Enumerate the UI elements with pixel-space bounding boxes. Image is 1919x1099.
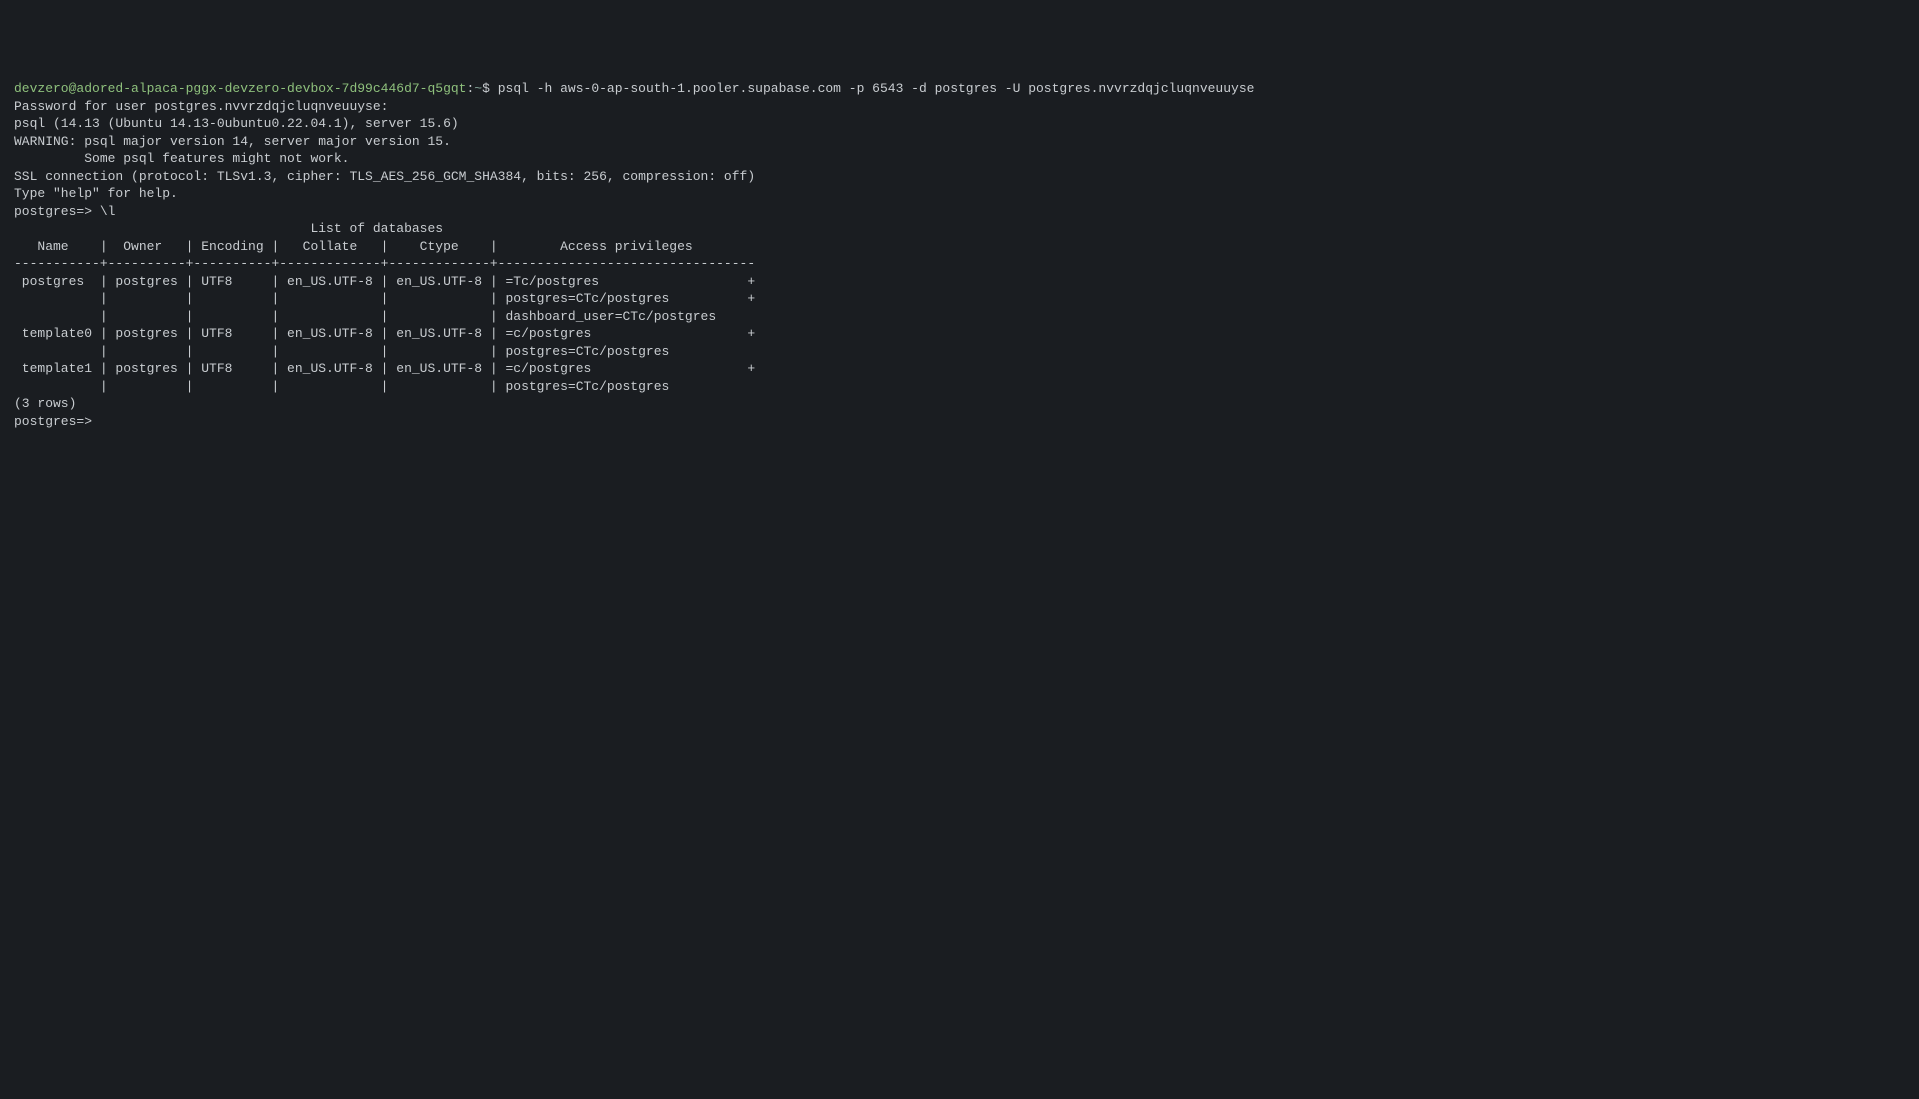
table-title: List of databases: [14, 220, 1905, 238]
ssl-connection-info: SSL connection (protocol: TLSv1.3, ciphe…: [14, 168, 1905, 186]
psql-command: psql -h aws-0-ap-south-1.pooler.supabase…: [498, 81, 1255, 96]
psql-warning: WARNING: psql major version 14, server m…: [14, 133, 1905, 151]
row-count: (3 rows): [14, 395, 1905, 413]
table-row: template0 | postgres | UTF8 | en_US.UTF-…: [14, 325, 1905, 343]
psql-warning-cont: Some psql features might not work.: [14, 150, 1905, 168]
psql-version: psql (14.13 (Ubuntu 14.13-0ubuntu0.22.04…: [14, 115, 1905, 133]
psql-list-command: postgres=> \l: [14, 203, 1905, 221]
prompt-line: devzero@adored-alpaca-pggx-devzero-devbo…: [14, 80, 1905, 98]
table-row: | | | | | postgres=CTc/postgres +: [14, 290, 1905, 308]
table-row: template1 | postgres | UTF8 | en_US.UTF-…: [14, 360, 1905, 378]
psql-prompt: postgres=>: [14, 413, 1905, 431]
password-prompt: Password for user postgres.nvvrzdqjcluqn…: [14, 98, 1905, 116]
table-header: Name | Owner | Encoding | Collate | Ctyp…: [14, 238, 1905, 256]
table-row: | | | | | postgres=CTc/postgres: [14, 378, 1905, 396]
table-separator: -----------+----------+----------+------…: [14, 255, 1905, 273]
terminal-output[interactable]: devzero@adored-alpaca-pggx-devzero-devbo…: [14, 80, 1905, 430]
prompt-path: ~: [474, 81, 482, 96]
prompt-dollar: $: [482, 81, 498, 96]
table-row: | | | | | postgres=CTc/postgres: [14, 343, 1905, 361]
help-hint: Type "help" for help.: [14, 185, 1905, 203]
table-row: | | | | | dashboard_user=CTc/postgres: [14, 308, 1905, 326]
prompt-user-host: devzero@adored-alpaca-pggx-devzero-devbo…: [14, 81, 466, 96]
table-row: postgres | postgres | UTF8 | en_US.UTF-8…: [14, 273, 1905, 291]
